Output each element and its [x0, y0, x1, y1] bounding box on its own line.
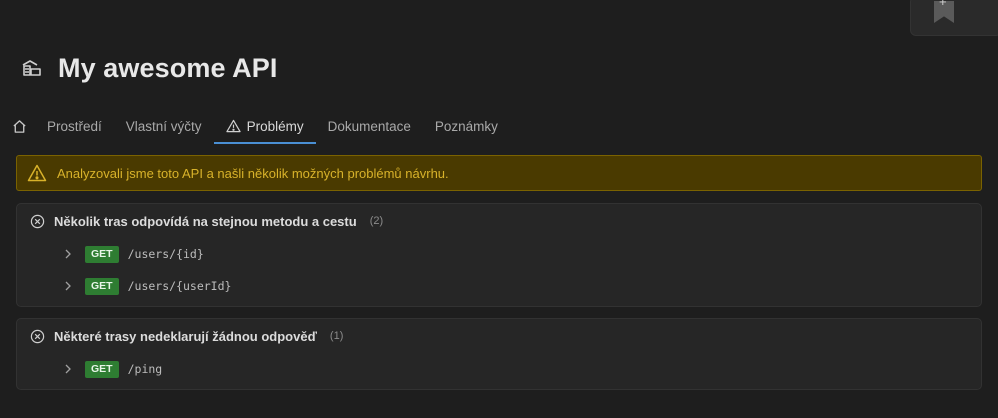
method-badge: GET: [85, 360, 119, 378]
api-icon: [22, 60, 41, 76]
corner-panel: +: [910, 0, 998, 36]
tab-label: Prostředí: [47, 118, 102, 134]
problem-header[interactable]: Některé trasy nedeklarují žádnou odpověď…: [17, 319, 981, 353]
circle-x-icon: [30, 329, 45, 343]
problem-title: Některé trasy nedeklarují žádnou odpověď: [54, 328, 317, 344]
method-badge: GET: [85, 245, 119, 263]
chevron-right-icon[interactable]: [63, 280, 73, 292]
route-item[interactable]: GET /users/{id}: [17, 238, 981, 270]
tab-label: Problémy: [246, 118, 304, 134]
route-item[interactable]: GET /users/{userId}: [17, 270, 981, 302]
plus-icon: +: [939, 0, 947, 9]
problem-card: Několik tras odpovídá na stejnou metodu …: [16, 203, 982, 307]
tab-bar: Prostředí Vlastní výčty Problémy Dokumen…: [10, 108, 510, 144]
route-path: /ping: [127, 362, 163, 376]
tab-label: Dokumentace: [327, 118, 411, 134]
route-item[interactable]: GET /ping: [17, 353, 981, 385]
banner-text: Analyzovali jsme toto API a našli několi…: [57, 165, 449, 181]
problem-card: Některé trasy nedeklarují žádnou odpověď…: [16, 318, 982, 390]
tab-documentation[interactable]: Dokumentace: [316, 108, 423, 144]
tab-label: Vlastní výčty: [125, 118, 202, 134]
title-row: My awesome API: [20, 50, 277, 86]
tab-environment[interactable]: Prostředí: [35, 108, 114, 144]
warning-icon: [27, 164, 47, 182]
problem-title: Několik tras odpovídá na stejnou metodu …: [54, 213, 357, 229]
home-icon: [13, 119, 26, 133]
warning-icon: [225, 119, 241, 133]
tab-notes[interactable]: Poznámky: [423, 108, 510, 144]
problem-count: (1): [329, 330, 344, 342]
chevron-right-icon[interactable]: [63, 248, 73, 260]
page-title: My awesome API: [58, 52, 278, 83]
method-badge: GET: [85, 277, 119, 295]
tab-label: Poznámky: [434, 118, 498, 134]
route-path: /users/{id}: [127, 247, 204, 261]
problem-header[interactable]: Několik tras odpovídá na stejnou metodu …: [17, 204, 981, 238]
circle-x-icon: [30, 214, 45, 228]
warning-banner: Analyzovali jsme toto API a našli několi…: [16, 155, 982, 191]
problem-count: (2): [369, 215, 384, 227]
tab-home[interactable]: [10, 108, 35, 144]
route-path: /users/{userId}: [127, 279, 232, 293]
chevron-right-icon[interactable]: [63, 363, 73, 375]
app-window: + My awesome API Prostředí Vlastní výčty: [0, 0, 998, 418]
tab-problems[interactable]: Problémy: [213, 108, 316, 144]
tab-custom-enums[interactable]: Vlastní výčty: [114, 108, 214, 144]
